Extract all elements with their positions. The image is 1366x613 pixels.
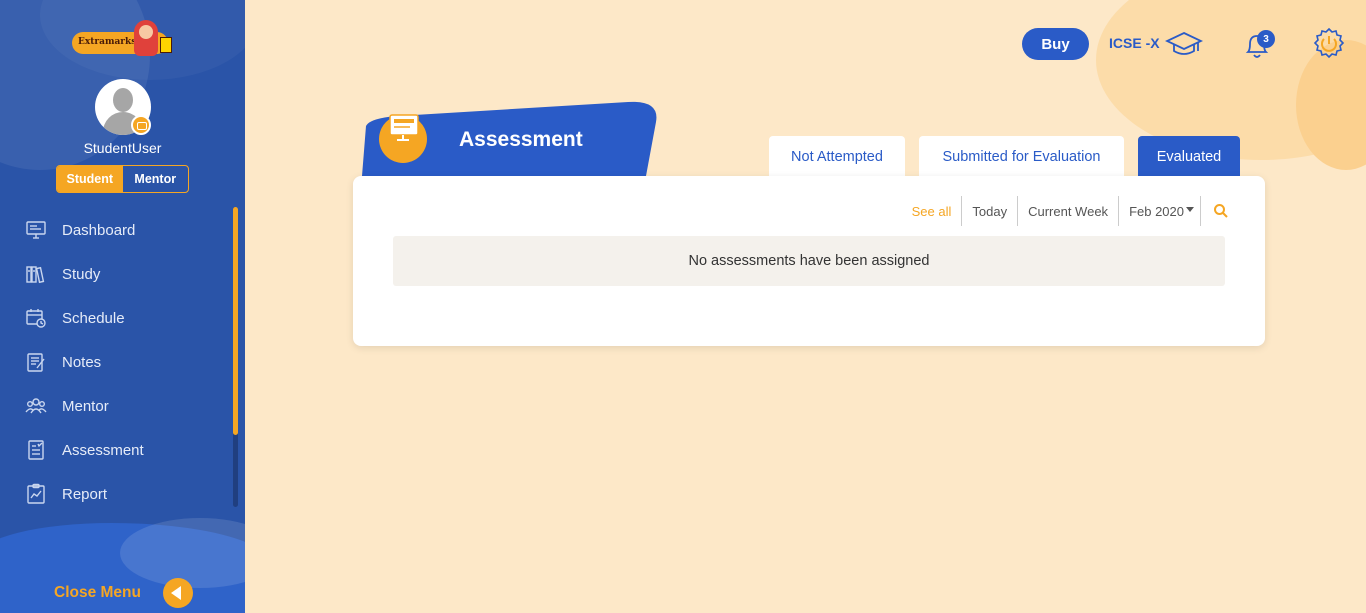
role-mentor-button[interactable]: Mentor [123,166,189,192]
page-title: Assessment [459,128,583,151]
logo-text: Extramarks [78,37,137,47]
tab-evaluated[interactable]: Evaluated [1138,136,1240,178]
grade-label[interactable]: ICSE -X [1109,35,1160,51]
search-button[interactable] [1201,203,1229,219]
extramarks-logo[interactable]: Extramarks [72,16,176,64]
sidebar-item-schedule[interactable]: Schedule [0,296,245,340]
filter-current-week[interactable]: Current Week [1018,196,1120,226]
dashboard-icon [24,219,48,241]
notification-badge: 3 [1257,30,1275,48]
group-icon [24,395,48,417]
camera-icon[interactable] [131,115,151,135]
empty-state-message: No assessments have been assigned [393,236,1225,286]
logo-tag [160,37,172,53]
sidebar-menu: Dashboard Study Schedule Notes Mentor As… [0,208,245,516]
sidebar-item-mentor[interactable]: Mentor [0,384,245,428]
filter-see-all[interactable]: See all [902,196,963,226]
close-menu-label: Close Menu [54,583,141,601]
username: StudentUser [83,140,162,156]
sidebar-scrollbar-thumb[interactable] [233,207,238,435]
date-filters: See all Today Current Week Feb 2020 [902,196,1229,226]
books-icon [24,263,48,285]
filter-today[interactable]: Today [962,196,1019,226]
sidebar-item-study[interactable]: Study [0,252,245,296]
sidebar-item-assessment[interactable]: Assessment [0,428,245,472]
sidebar-item-label: Assessment [62,441,144,459]
chevron-down-icon [1186,207,1194,212]
power-settings-icon[interactable] [1311,26,1347,62]
sidebar: Extramarks StudentUser Student Mentor Da… [0,0,245,613]
sidebar-item-label: Dashboard [62,221,136,239]
sidebar-item-notes[interactable]: Notes [0,340,245,384]
assessment-illustration-icon [377,113,429,163]
sidebar-item-label: Notes [62,353,102,371]
tab-submitted-for-evaluation[interactable]: Submitted for Evaluation [919,136,1124,178]
role-student-button[interactable]: Student [57,166,123,192]
avatar-head [113,88,133,112]
close-menu[interactable]: Close Menu [0,572,245,613]
sidebar-item-label: Mentor [62,397,109,415]
report-icon [24,483,48,505]
role-toggle: Student Mentor [56,165,189,193]
calendar-clock-icon [24,307,48,329]
buy-button[interactable]: Buy [1022,28,1089,60]
sidebar-item-report[interactable]: Report [0,472,245,516]
sidebar-item-label: Study [62,265,101,283]
sidebar-item-label: Schedule [62,309,125,327]
graduation-cap-icon[interactable] [1165,28,1203,60]
month-dropdown[interactable]: Feb 2020 [1119,196,1201,226]
logo-mascot [134,20,158,56]
assessment-card: See all Today Current Week Feb 2020 No a… [353,176,1265,346]
sidebar-item-label: Report [62,485,108,503]
tab-not-attempted[interactable]: Not Attempted [769,136,905,178]
assessment-icon [24,439,48,461]
month-dropdown-value: Feb 2020 [1129,203,1184,219]
collapse-arrow-icon[interactable] [162,577,193,608]
sidebar-item-dashboard[interactable]: Dashboard [0,208,245,252]
search-icon [1214,204,1228,218]
notes-icon [24,351,48,373]
